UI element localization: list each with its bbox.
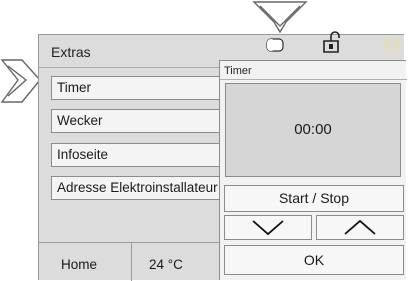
temperature-display: 24 °C bbox=[149, 257, 183, 272]
popup-title: Timer bbox=[224, 65, 252, 77]
timer-display: 00:00 bbox=[225, 83, 401, 177]
timer-popup: Timer 00:00 Start / Stop OK bbox=[219, 60, 407, 280]
ok-button[interactable]: OK bbox=[224, 245, 404, 275]
home-button[interactable]: Home bbox=[61, 257, 97, 272]
signal-waves-icon bbox=[383, 36, 400, 54]
increase-button[interactable] bbox=[316, 215, 404, 240]
page-title: Extras bbox=[51, 44, 91, 60]
chevron-down-icon bbox=[252, 220, 284, 236]
start-stop-button[interactable]: Start / Stop bbox=[224, 185, 404, 212]
chevron-up-icon bbox=[344, 219, 376, 235]
bottom-bar-separator bbox=[131, 242, 132, 281]
popup-title-divider bbox=[220, 79, 407, 80]
battery-icon bbox=[266, 38, 284, 52]
lock-icon bbox=[323, 31, 340, 53]
decrease-button[interactable] bbox=[224, 215, 312, 240]
